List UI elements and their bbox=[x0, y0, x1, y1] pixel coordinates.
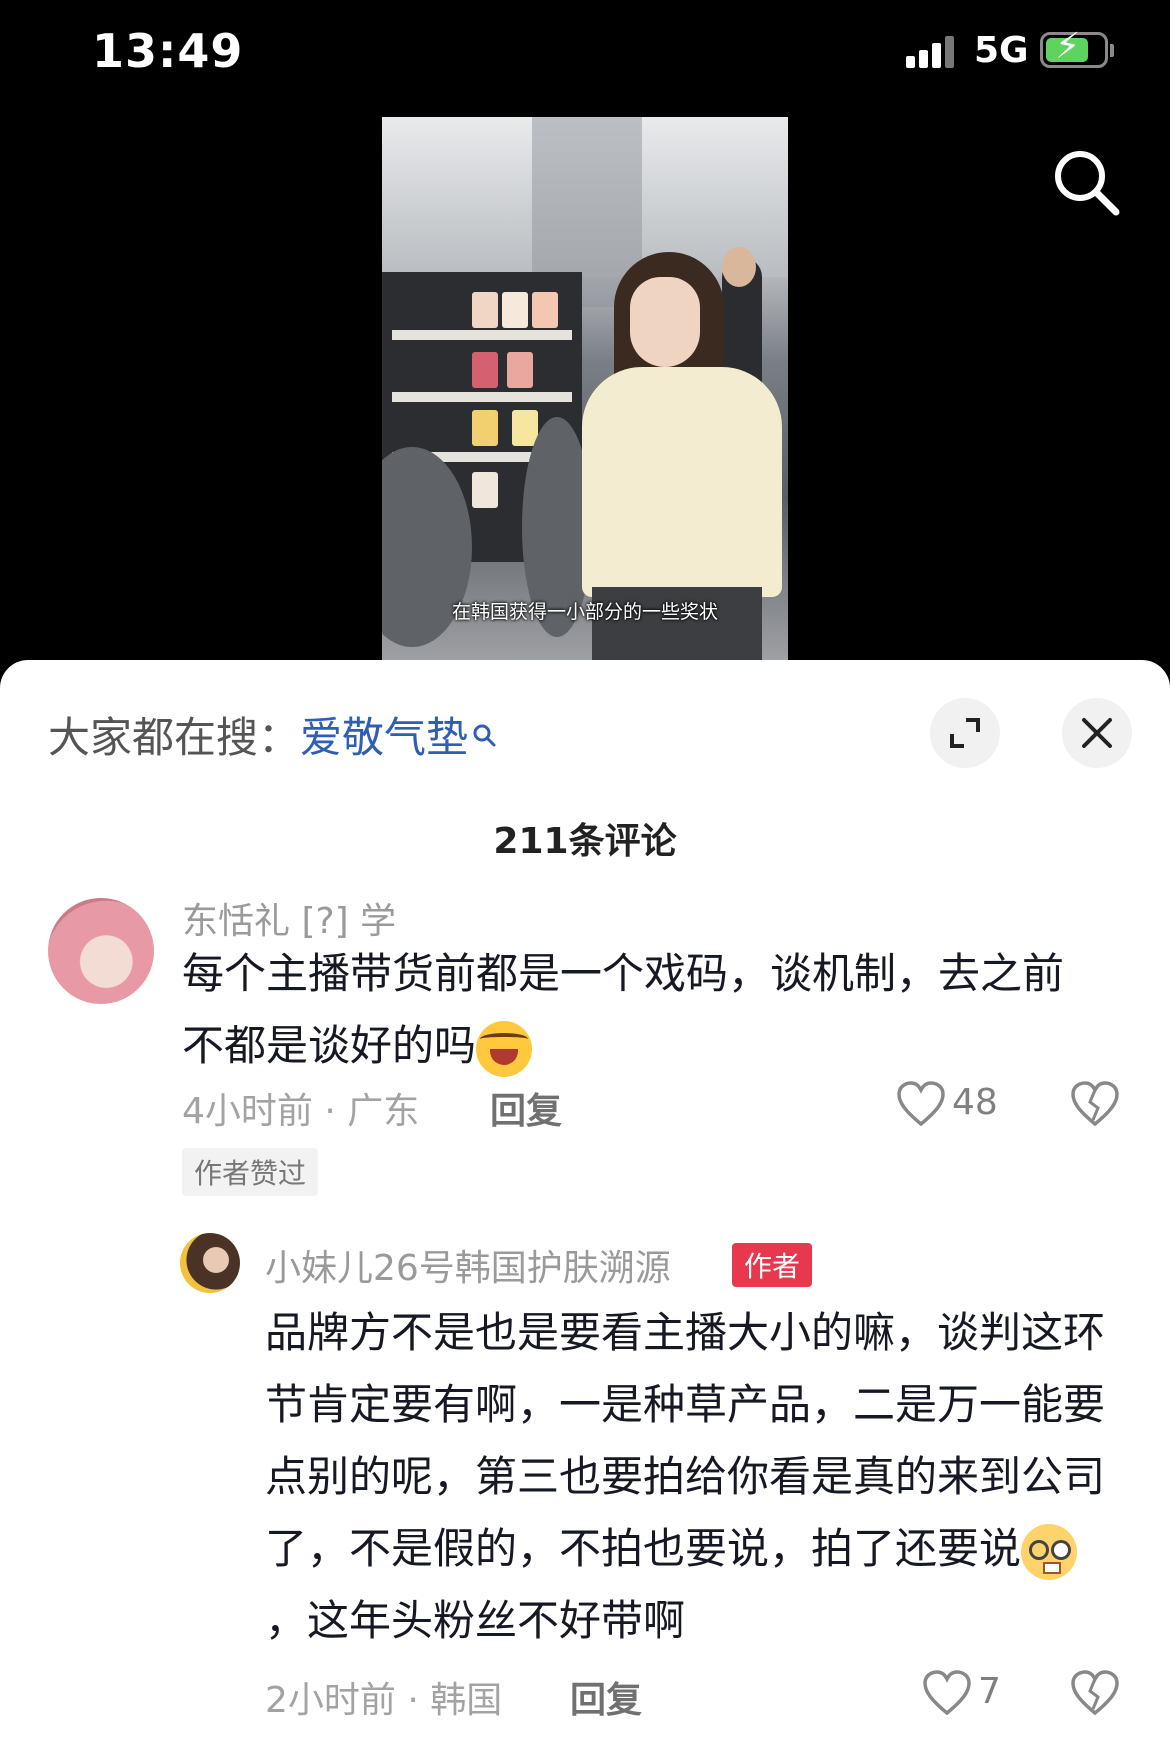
nerd-face-icon bbox=[1021, 1523, 1078, 1580]
dislike-icon[interactable] bbox=[1070, 1669, 1120, 1721]
search-suggestion[interactable]: 大家都在搜：爱敬气垫 bbox=[48, 704, 496, 765]
close-button[interactable] bbox=[1062, 698, 1132, 768]
laughing-tears-icon bbox=[476, 1020, 533, 1077]
comments-count-title: 211条评论 bbox=[493, 821, 677, 862]
comment-username[interactable]: 东恬礼 [?] 学 bbox=[182, 892, 396, 944]
signal-icon bbox=[906, 36, 954, 68]
search-small-icon bbox=[472, 708, 496, 757]
battery-icon: ⚡ bbox=[1040, 29, 1108, 68]
comment-time-location: 4小时前 · 广东 bbox=[182, 1091, 420, 1132]
heart-icon[interactable] bbox=[922, 1669, 972, 1721]
expand-button[interactable] bbox=[930, 698, 1000, 768]
video-subtitle: 在韩国获得一小部分的一些奖状 bbox=[451, 601, 718, 623]
status-bar: 13:49 5G ⚡ bbox=[0, 0, 1170, 100]
dislike-icon[interactable] bbox=[1070, 1080, 1120, 1132]
video-scene-person-face bbox=[630, 277, 700, 367]
expand-icon bbox=[950, 718, 980, 748]
avatar[interactable] bbox=[180, 1233, 240, 1293]
search-suggestion-keyword[interactable]: 爱敬气垫 bbox=[300, 713, 468, 762]
comment-username[interactable]: 小妹儿26号韩国护肤溯源 bbox=[265, 1239, 671, 1291]
comment-text-body: 每个主播带货前都是一个戏码，谈机制，去之前不都是谈好的吗 bbox=[182, 949, 1065, 1070]
heart-icon[interactable] bbox=[896, 1080, 946, 1132]
search-suggestion-prefix: 大家都在搜： bbox=[48, 713, 301, 762]
comment-text-body: 品牌方不是也是要看主播大小的嘛，谈判这环节肯定要有啊，一是种草产品，二是万一能要… bbox=[265, 1308, 1106, 1573]
close-icon bbox=[1082, 718, 1112, 748]
comment-text-tail: ，这年头粉丝不好带啊 bbox=[265, 1596, 686, 1645]
author-liked-badge: 作者赞过 bbox=[182, 1148, 319, 1196]
video-scene-background-head bbox=[722, 247, 756, 287]
like-count: 7 bbox=[978, 1671, 1001, 1712]
search-icon[interactable] bbox=[1050, 146, 1122, 218]
like-count: 48 bbox=[952, 1082, 998, 1123]
comment-text: 每个主播带货前都是一个戏码，谈机制，去之前不都是谈好的吗 bbox=[182, 938, 1102, 1082]
video-player[interactable]: 在韩国获得一小部分的一些奖状 bbox=[382, 117, 788, 660]
video-scene-person-body bbox=[582, 367, 782, 597]
comment-text: 品牌方不是也是要看主播大小的嘛，谈判这环节肯定要有啊，一是种草产品，二是万一能要… bbox=[265, 1297, 1110, 1657]
reply-button[interactable]: 回复 bbox=[490, 1082, 562, 1134]
comments-sheet: 大家都在搜：爱敬气垫 211条评论 东恬礼 [?] 学 每个主播带货前都是一个戏… bbox=[0, 660, 1170, 1748]
author-badge: 作者 bbox=[732, 1243, 813, 1287]
avatar[interactable] bbox=[48, 898, 154, 1004]
reply-button[interactable]: 回复 bbox=[570, 1671, 642, 1723]
comment-time-location: 2小时前 · 韩国 bbox=[265, 1680, 503, 1721]
status-time: 13:49 bbox=[92, 24, 244, 78]
battery-tip bbox=[1110, 44, 1114, 57]
network-type: 5G bbox=[974, 30, 1029, 71]
